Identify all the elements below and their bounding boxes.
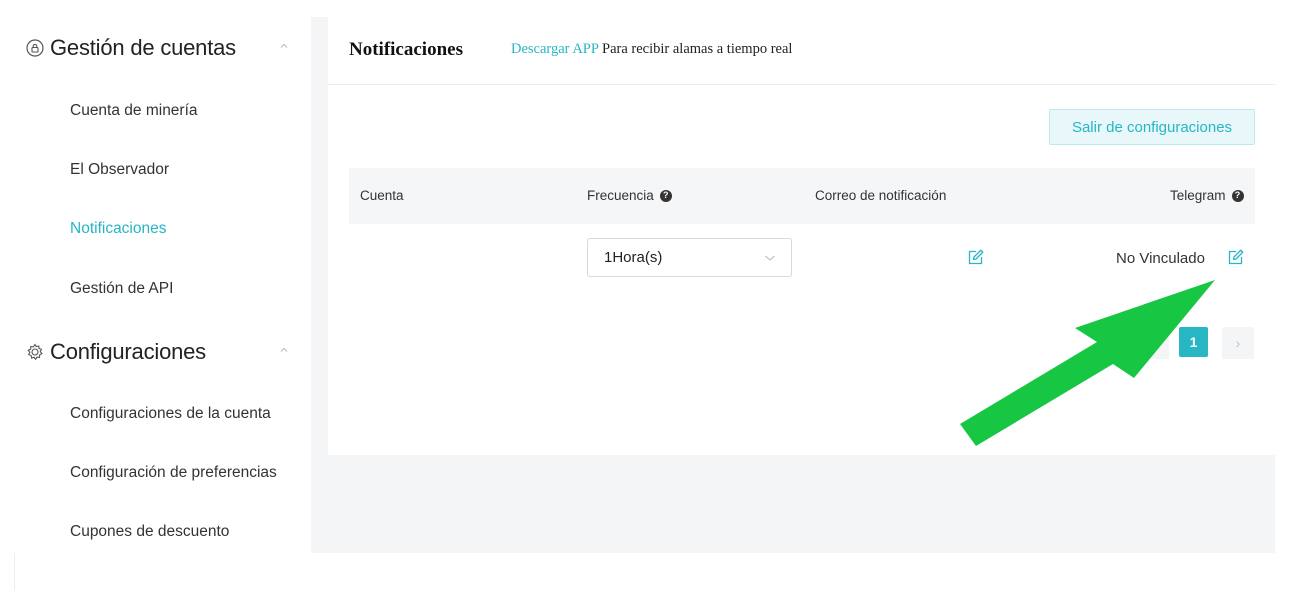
frequency-select[interactable]: 1Hora(s) (587, 238, 792, 277)
page-title: Notificaciones (349, 39, 463, 60)
sidebar-group-account-management[interactable]: Gestión de cuentas (26, 28, 296, 68)
telegram-status: No Vinculado (1116, 250, 1205, 267)
sidebar-item-mining-account[interactable]: Cuenta de minería (70, 99, 198, 123)
sidebar-item-observer[interactable]: El Observador (70, 158, 169, 182)
sidebar-group-title: Gestión de cuentas (50, 35, 236, 60)
column-header-label: Cuenta (360, 188, 404, 203)
download-hint: Descargar APP Para recibir alamas a tiem… (511, 41, 792, 58)
column-header-telegram: Telegram ? (1170, 188, 1244, 203)
notifications-card: Notificaciones Descargar APP Para recibi… (328, 17, 1275, 455)
exit-settings-button[interactable]: Salir de configuraciones (1049, 109, 1255, 145)
chevron-up-icon[interactable] (278, 344, 290, 356)
sidebar-item-preferences[interactable]: Configuración de preferencias (70, 461, 277, 485)
column-header-email: Correo de notificación (815, 188, 946, 203)
help-icon[interactable]: ? (1231, 189, 1244, 202)
table-header: Cuenta Frecuencia ? Correo de notificaci… (349, 168, 1255, 224)
download-app-link[interactable]: Descargar APP (511, 41, 598, 57)
gear-icon (27, 343, 43, 361)
sidebar-group-settings[interactable]: Configuraciones (26, 332, 296, 372)
help-icon[interactable]: ? (659, 189, 672, 202)
column-header-frequency: Frecuencia ? (587, 188, 672, 203)
sidebar-item-discount-coupons[interactable]: Cupones de descuento (70, 520, 229, 544)
pagination-prev-button[interactable]: ‹ (1137, 327, 1169, 359)
edit-telegram-icon[interactable] (1227, 249, 1244, 266)
column-header-label: Frecuencia (587, 188, 654, 203)
sidebar-group-title: Configuraciones (50, 339, 206, 364)
divider (14, 553, 15, 590)
column-header-label: Correo de notificación (815, 188, 947, 203)
pagination-next-button[interactable]: › (1222, 327, 1254, 359)
lock-icon (26, 39, 44, 57)
pagination-page-button[interactable]: 1 (1179, 327, 1208, 357)
column-header-account: Cuenta (360, 188, 404, 203)
sidebar-item-notifications[interactable]: Notificaciones (70, 217, 167, 241)
download-hint-text: Para recibir alamas a tiempo real (602, 41, 793, 57)
sidebar-item-api-management[interactable]: Gestión de API (70, 277, 173, 301)
sidebar: Gestión de cuentas Cuenta de minería El … (0, 0, 311, 590)
card-header: Notificaciones Descargar APP Para recibi… (328, 17, 1275, 85)
sidebar-item-account-settings[interactable]: Configuraciones de la cuenta (70, 402, 271, 426)
edit-email-icon[interactable] (967, 249, 984, 266)
chevron-down-icon (765, 255, 775, 261)
frequency-select-value: 1Hora(s) (604, 249, 663, 266)
column-header-label: Telegram (1170, 188, 1226, 203)
chevron-up-icon[interactable] (278, 40, 290, 52)
